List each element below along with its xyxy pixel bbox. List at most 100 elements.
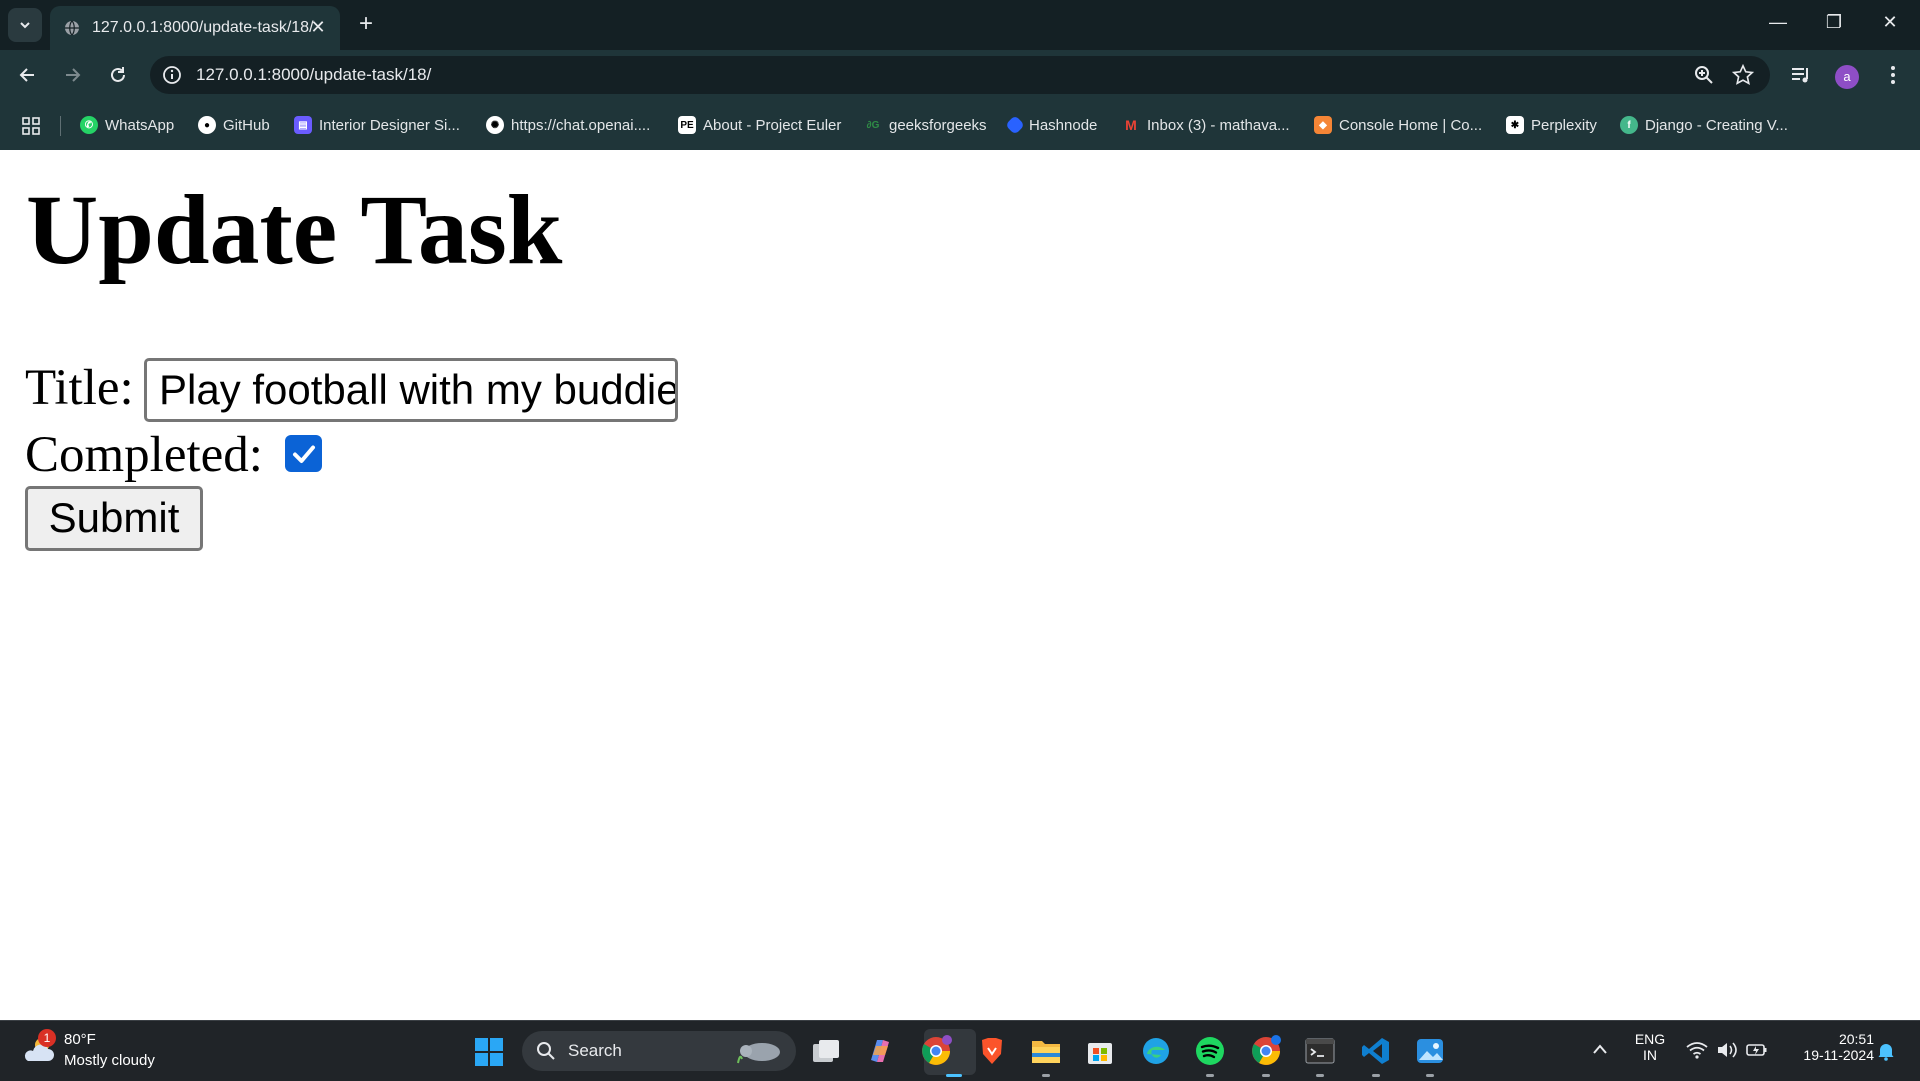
bookmark-project-euler[interactable]: PE About - Project Euler <box>678 115 841 135</box>
manatee-search-highlight-icon <box>737 1043 780 1064</box>
taskbar-chrome[interactable] <box>918 1033 954 1069</box>
taskbar-brave[interactable] <box>974 1033 1010 1069</box>
folder-icon <box>1032 1041 1060 1063</box>
vscode-icon <box>1362 1038 1389 1064</box>
photos-icon <box>1417 1039 1443 1063</box>
taskbar-terminal[interactable] <box>1302 1033 1338 1069</box>
arrow-left-icon <box>19 68 34 82</box>
back-button[interactable] <box>14 61 42 89</box>
language-line2: IN <box>1643 1047 1657 1063</box>
running-indicator <box>1372 1074 1380 1077</box>
bookmark-aws-console[interactable]: ◆ Console Home | Co... <box>1314 115 1482 135</box>
restore-button[interactable]: ❐ <box>1814 12 1854 33</box>
bookmark-interior-designer[interactable]: ▤ Interior Designer Si... <box>294 115 460 135</box>
bookmark-label: https://chat.openai.... <box>511 116 651 134</box>
volume-icon[interactable] <box>1716 1041 1738 1059</box>
taskbar-vscode[interactable] <box>1358 1033 1394 1069</box>
taskbar-copilot[interactable] <box>862 1033 898 1069</box>
bookmarks-separator <box>60 116 61 136</box>
bookmark-chatgpt[interactable]: ✺ https://chat.openai.... <box>486 115 650 135</box>
weather-description: Mostly cloudy <box>64 1052 155 1069</box>
new-tab-button[interactable]: + <box>352 10 380 38</box>
arrow-right-icon <box>66 68 81 82</box>
address-bar[interactable]: 127.0.0.1:8000/update-task/18/ <box>150 56 1770 94</box>
wifi-icon[interactable] <box>1686 1041 1708 1059</box>
reload-icon <box>111 67 125 82</box>
bookmark-label: Interior Designer Si... <box>319 116 460 134</box>
taskbar: 1 80°F Mostly cloudy Search ENG IN 20:51… <box>0 1020 1920 1081</box>
taskbar-chrome-profile[interactable] <box>1248 1033 1284 1069</box>
page-content: Update Task Title: Play football with my… <box>0 150 1920 1020</box>
bookmark-label: GitHub <box>223 116 270 134</box>
taskbar-spotify[interactable] <box>1192 1033 1228 1069</box>
active-indicator <box>946 1074 962 1077</box>
taskbar-file-explorer[interactable] <box>1028 1033 1064 1069</box>
running-indicator <box>1316 1074 1324 1077</box>
url-text[interactable]: 127.0.0.1:8000/update-task/18/ <box>196 65 431 85</box>
search-icon <box>537 1042 555 1060</box>
bookmark-whatsapp[interactable]: ✆ WhatsApp <box>80 115 174 135</box>
tab-strip: 127.0.0.1:8000/update-task/18/ ✕ + — ❐ ✕ <box>0 0 1920 50</box>
globe-icon <box>65 20 79 36</box>
apps-grid-icon[interactable] <box>22 117 40 135</box>
close-window-button[interactable]: ✕ <box>1870 12 1910 33</box>
reload-button[interactable] <box>104 61 132 89</box>
profile-avatar[interactable]: a <box>1835 65 1859 89</box>
submit-button[interactable]: Submit <box>25 486 203 551</box>
notification-bell-icon[interactable] <box>1876 1041 1896 1061</box>
browser-tab[interactable]: 127.0.0.1:8000/update-task/18/ ✕ <box>50 6 340 50</box>
bookmark-gmail[interactable]: M Inbox (3) - mathava... <box>1122 115 1289 135</box>
bookmark-django[interactable]: f Django - Creating V... <box>1620 115 1788 135</box>
page-title: Update Task <box>26 174 563 285</box>
windows-start-icon[interactable] <box>474 1037 504 1067</box>
task-view-icon <box>813 1040 839 1062</box>
gmail-icon: M <box>1125 117 1137 133</box>
language-line1: ENG <box>1634 1031 1666 1047</box>
bookmark-geeksforgeeks[interactable]: ∂G geeksforgeeks <box>864 115 987 135</box>
minimize-button[interactable]: — <box>1758 12 1798 33</box>
bookmark-github[interactable]: ● GitHub <box>198 115 270 135</box>
site-info-icon[interactable] <box>162 65 182 85</box>
running-indicator <box>1262 1074 1270 1077</box>
bookmark-label: About - Project Euler <box>703 116 842 134</box>
bookmark-star-icon[interactable] <box>1732 64 1754 86</box>
taskbar-photos[interactable] <box>1412 1033 1448 1069</box>
bookmark-label: WhatsApp <box>105 116 175 134</box>
aws-console-icon: ◆ <box>1314 116 1332 134</box>
browser-menu-button[interactable] <box>1880 62 1906 88</box>
taskbar-edge[interactable] <box>1138 1033 1174 1069</box>
title-label: Title: <box>25 360 134 416</box>
bookmark-hashnode[interactable]: Hashnode <box>1005 115 1097 135</box>
copilot-icon <box>871 1040 889 1062</box>
django-icon: f <box>1620 116 1638 134</box>
completed-label: Completed: <box>25 427 263 483</box>
clock[interactable]: 20:51 19-11-2024 <box>1780 1031 1874 1063</box>
forward-button[interactable] <box>58 61 86 89</box>
chrome-icon <box>922 1035 952 1065</box>
chevron-down-icon <box>20 22 30 29</box>
taskbar-search[interactable]: Search <box>522 1031 796 1071</box>
terminal-icon <box>1305 1038 1335 1064</box>
zoom-icon[interactable] <box>1694 65 1714 85</box>
clock-date: 19-11-2024 <box>1803 1047 1874 1063</box>
hashnode-icon <box>1005 115 1025 135</box>
title-input[interactable]: Play football with my buddies <box>144 358 678 422</box>
tab-search-button[interactable] <box>8 8 42 42</box>
bookmark-label: Perplexity <box>1531 116 1597 134</box>
checkmark-icon <box>292 445 315 463</box>
tab-close-icon[interactable]: ✕ <box>308 17 328 38</box>
media-controls-button[interactable] <box>1788 62 1814 88</box>
running-indicator <box>1426 1074 1434 1077</box>
github-icon: ● <box>198 116 216 134</box>
bookmark-label: geeksforgeeks <box>889 116 987 134</box>
project-euler-icon: PE <box>678 116 696 134</box>
bookmark-perplexity[interactable]: ✱ Perplexity <box>1506 115 1597 135</box>
weather-badge: 1 <box>38 1029 56 1047</box>
chevron-up-icon[interactable] <box>1592 1043 1608 1055</box>
language-indicator[interactable]: ENG IN <box>1630 1031 1670 1063</box>
completed-checkbox[interactable] <box>285 435 322 472</box>
chrome-profile-icon <box>1252 1035 1281 1065</box>
battery-icon[interactable] <box>1746 1041 1768 1059</box>
taskbar-task-view[interactable] <box>808 1033 844 1069</box>
taskbar-microsoft-store[interactable] <box>1082 1033 1118 1069</box>
